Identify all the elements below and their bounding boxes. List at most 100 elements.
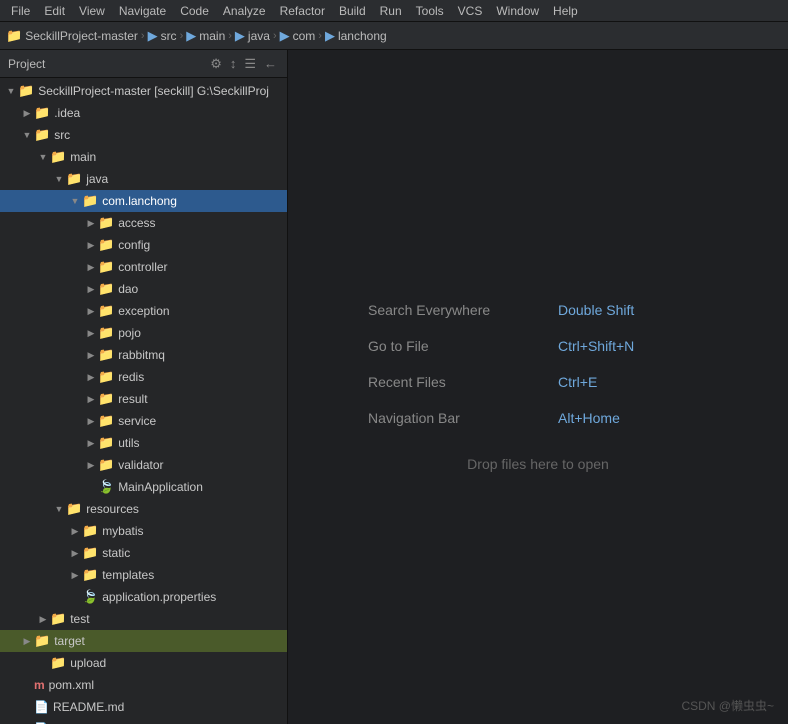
tree-item-static[interactable]: ▶ 📁 static bbox=[0, 542, 287, 564]
folder-icon-utils: 📁 bbox=[98, 435, 114, 451]
tree-item-appprops[interactable]: ▶ 🍃 application.properties bbox=[0, 586, 287, 608]
tree-item-config[interactable]: ▶ 📁 config bbox=[0, 234, 287, 256]
menu-help[interactable]: Help bbox=[546, 2, 585, 20]
folder-icon-templates: 📁 bbox=[82, 567, 98, 583]
sidebar-toolbar: ⚙ ↕ ☰ ← bbox=[208, 55, 279, 73]
hint-grid: Search Everywhere Double Shift Go to Fil… bbox=[368, 302, 708, 426]
tree-item-exception[interactable]: ▶ 📁 exception bbox=[0, 300, 287, 322]
menu-tools[interactable]: Tools bbox=[409, 2, 451, 20]
tree-item-comlanchong[interactable]: ▼ 📁 com.lanchong bbox=[0, 190, 287, 212]
tree-item-service[interactable]: ▶ 📁 service bbox=[0, 410, 287, 432]
tree-item-seckill-iml[interactable]: ▶ 📄 seckill.iml bbox=[0, 718, 287, 724]
folder-icon-target: 📁 bbox=[34, 633, 50, 649]
project-icon: 📁 bbox=[6, 28, 22, 44]
folder-icon-comlanchong: 📁 bbox=[82, 193, 98, 209]
arrow-target: ▶ bbox=[20, 636, 34, 647]
tree-item-resources[interactable]: ▼ 📁 resources bbox=[0, 498, 287, 520]
arrow-config: ▶ bbox=[84, 240, 98, 251]
menu-file[interactable]: File bbox=[4, 2, 37, 20]
menu-analyze[interactable]: Analyze bbox=[216, 2, 273, 20]
breadcrumb-java[interactable]: ▶ java bbox=[235, 28, 270, 44]
tree-item-result[interactable]: ▶ 📁 result bbox=[0, 388, 287, 410]
expand-icon[interactable]: ↕ bbox=[228, 55, 239, 73]
tree-item-access[interactable]: ▶ 📁 access bbox=[0, 212, 287, 234]
folder-icon-com: ▶ bbox=[280, 28, 290, 44]
menu-navigate[interactable]: Navigate bbox=[112, 2, 173, 20]
tree-item-mybatis[interactable]: ▶ 📁 mybatis bbox=[0, 520, 287, 542]
menu-run[interactable]: Run bbox=[373, 2, 409, 20]
tree-item-utils[interactable]: ▶ 📁 utils bbox=[0, 432, 287, 454]
menu-code[interactable]: Code bbox=[173, 2, 216, 20]
folder-icon-access: 📁 bbox=[98, 215, 114, 231]
arrow-mybatis: ▶ bbox=[68, 526, 82, 537]
tree-label-exception: exception bbox=[118, 304, 169, 318]
arrow-controller: ▶ bbox=[84, 262, 98, 273]
menu-edit[interactable]: Edit bbox=[37, 2, 72, 20]
breadcrumb-lanchong[interactable]: ▶ lanchong bbox=[325, 28, 387, 44]
folder-icon-config: 📁 bbox=[98, 237, 114, 253]
breadcrumb-sep-3: › bbox=[228, 30, 232, 42]
folder-icon-test: 📁 bbox=[50, 611, 66, 627]
arrow-static: ▶ bbox=[68, 548, 82, 559]
folder-icon-result: 📁 bbox=[98, 391, 114, 407]
hint-gotofile: Go to File bbox=[368, 338, 518, 354]
tree-item-upload[interactable]: ▶ 📁 upload bbox=[0, 652, 287, 674]
tree-label-validator: validator bbox=[118, 458, 163, 472]
settings-icon[interactable]: ⚙ bbox=[208, 55, 224, 73]
tree-item-redis[interactable]: ▶ 📁 redis bbox=[0, 366, 287, 388]
menubar: File Edit View Navigate Code Analyze Ref… bbox=[0, 0, 788, 22]
hint-label-search: Search Everywhere bbox=[368, 302, 490, 318]
menu-window[interactable]: Window bbox=[489, 2, 546, 20]
tree-item-templates[interactable]: ▶ 📁 templates bbox=[0, 564, 287, 586]
tree-item-controller[interactable]: ▶ 📁 controller bbox=[0, 256, 287, 278]
tree-item-test[interactable]: ▶ 📁 test bbox=[0, 608, 287, 630]
tree-item-dao[interactable]: ▶ 📁 dao bbox=[0, 278, 287, 300]
menu-refactor[interactable]: Refactor bbox=[273, 2, 332, 20]
tree-label-resources: resources bbox=[86, 502, 139, 516]
arrow-templates: ▶ bbox=[68, 570, 82, 581]
menu-view[interactable]: View bbox=[72, 2, 112, 20]
menu-vcs[interactable]: VCS bbox=[451, 2, 490, 20]
arrow-dao: ▶ bbox=[84, 284, 98, 295]
tree-item-root[interactable]: ▼ 📁 SeckillProject-master [seckill] G:\S… bbox=[0, 80, 287, 102]
folder-icon-static: 📁 bbox=[82, 545, 98, 561]
hint-recentfiles: Recent Files bbox=[368, 374, 518, 390]
tree-item-rabbitmq[interactable]: ▶ 📁 rabbitmq bbox=[0, 344, 287, 366]
breadcrumb-main[interactable]: ▶ main bbox=[186, 28, 225, 44]
breadcrumb-project[interactable]: 📁 SeckillProject-master bbox=[6, 28, 138, 44]
tree-label-mainapplication: MainApplication bbox=[118, 480, 203, 494]
breadcrumb-sep-1: › bbox=[141, 30, 145, 42]
breadcrumb-com[interactable]: ▶ com bbox=[280, 28, 316, 44]
tree-item-pojo[interactable]: ▶ 📁 pojo bbox=[0, 322, 287, 344]
arrow-validator: ▶ bbox=[84, 460, 98, 471]
collapse-icon[interactable]: ← bbox=[262, 55, 279, 73]
menu-build[interactable]: Build bbox=[332, 2, 373, 20]
tree-label-utils: utils bbox=[118, 436, 139, 450]
tree-item-mainapplication[interactable]: ▶ 🍃 MainApplication bbox=[0, 476, 287, 498]
tree-item-pomxml[interactable]: ▶ m pom.xml bbox=[0, 674, 287, 696]
project-folder-icon: 📁 bbox=[18, 83, 34, 99]
sidebar-header: Project ⚙ ↕ ☰ ← bbox=[0, 50, 287, 78]
folder-icon-service: 📁 bbox=[98, 413, 114, 429]
folder-icon-idea: 📁 bbox=[34, 105, 50, 121]
folder-icon-main: 📁 bbox=[50, 149, 66, 165]
tree-label-static: static bbox=[102, 546, 130, 560]
arrow-comlanchong: ▼ bbox=[68, 196, 82, 206]
tree-item-validator[interactable]: ▶ 📁 validator bbox=[0, 454, 287, 476]
tree-item-java[interactable]: ▼ 📁 java bbox=[0, 168, 287, 190]
tree-item-main[interactable]: ▼ 📁 main bbox=[0, 146, 287, 168]
folder-icon-lanchong: ▶ bbox=[325, 28, 335, 44]
sidebar: Project ⚙ ↕ ☰ ← ▼ 📁 SeckillProject-maste… bbox=[0, 50, 288, 724]
tree-item-readme[interactable]: ▶ 📄 README.md bbox=[0, 696, 287, 718]
tree-item-idea[interactable]: ▶ 📁 .idea bbox=[0, 102, 287, 124]
arrow-test: ▶ bbox=[36, 614, 50, 625]
folder-icon-upload: 📁 bbox=[50, 655, 66, 671]
arrow-exception: ▶ bbox=[84, 306, 98, 317]
breadcrumb-src[interactable]: ▶ src bbox=[148, 28, 177, 44]
tree-item-src[interactable]: ▼ 📁 src bbox=[0, 124, 287, 146]
arrow-pojo: ▶ bbox=[84, 328, 98, 339]
menu-icon[interactable]: ☰ bbox=[242, 55, 258, 73]
arrow-resources: ▼ bbox=[52, 504, 66, 514]
tree-item-target[interactable]: ▶ 📁 target bbox=[0, 630, 287, 652]
folder-icon-resources: 📁 bbox=[66, 501, 82, 517]
